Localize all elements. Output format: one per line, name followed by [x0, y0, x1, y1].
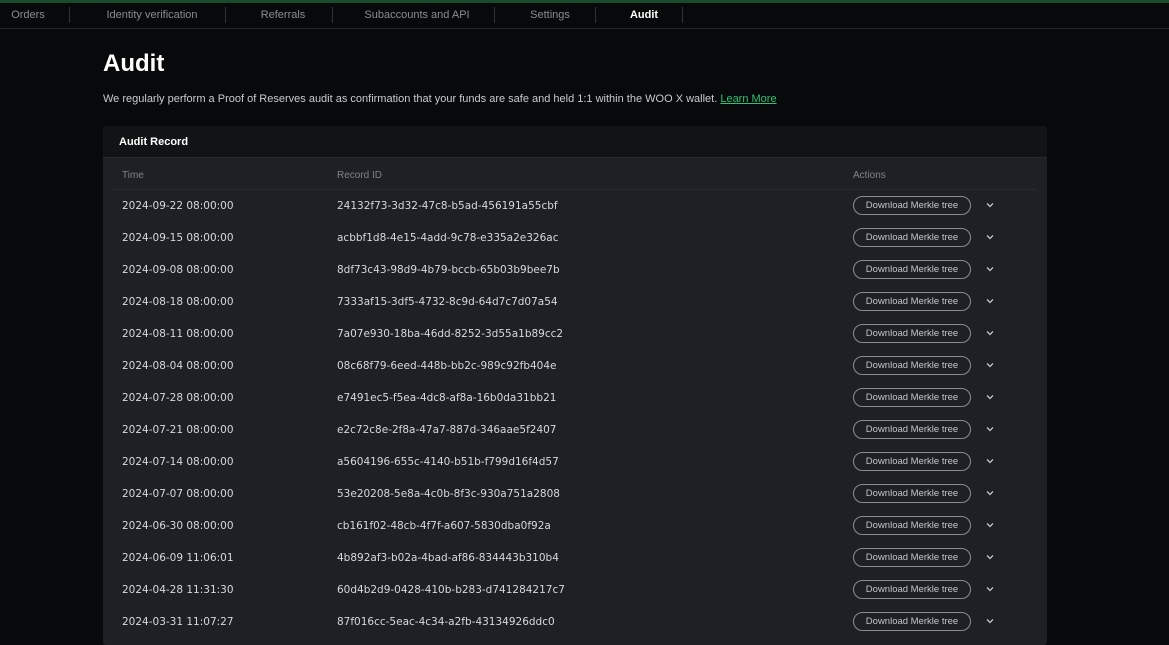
description-text: We regularly perform a Proof of Reserves…	[103, 93, 718, 105]
record-time: 2024-06-09 11:06:01	[122, 552, 234, 564]
tab-divider	[494, 7, 495, 23]
record-id: acbbf1d8-4e15-4add-9c78-e335a2e326ac	[337, 232, 559, 244]
tab-settings[interactable]: Settings	[510, 3, 590, 28]
record-time: 2024-09-22 08:00:00	[122, 200, 234, 212]
record-id: e7491ec5-f5ea-4dc8-af8a-16b0da31bb21	[337, 392, 557, 404]
record-time: 2024-07-28 08:00:00	[122, 392, 234, 404]
chevron-down-icon[interactable]	[985, 616, 995, 626]
record-id: 7333af15-3df5-4732-8c9d-64d7c7d07a54	[337, 296, 558, 308]
record-id: a5604196-655c-4140-b51b-f799d16f4d57	[337, 456, 559, 468]
panel-header: Audit Record	[103, 126, 1047, 158]
table-row: 2024-06-09 11:06:01 4b892af3-b02a-4bad-af…	[103, 542, 1047, 574]
table-row: 2024-08-11 08:00:00 7a07e930-18ba-46dd-82…	[103, 318, 1047, 350]
record-id: 53e20208-5e8a-4c0b-8f3c-930a751a2808	[337, 488, 560, 500]
chevron-down-icon[interactable]	[985, 392, 995, 402]
record-time: 2024-09-08 08:00:00	[122, 264, 234, 276]
tab-subaccounts-api[interactable]: Subaccounts and API	[350, 3, 484, 28]
download-merkle-tree-button[interactable]: Download Merkle tree	[853, 260, 971, 279]
chevron-down-icon[interactable]	[985, 424, 995, 434]
chevron-down-icon[interactable]	[985, 360, 995, 370]
tab-audit[interactable]: Audit	[609, 3, 679, 28]
chevron-down-icon[interactable]	[985, 552, 995, 562]
chevron-down-icon[interactable]	[985, 264, 995, 274]
record-id: 87f016cc-5eac-4c34-a2fb-43134926ddc0	[337, 616, 555, 628]
table-row: 2024-09-15 08:00:00 acbbf1d8-4e15-4add-9c…	[103, 222, 1047, 254]
download-merkle-tree-button[interactable]: Download Merkle tree	[853, 196, 971, 215]
table-row: 2024-07-21 08:00:00 e2c72c8e-2f8a-47a7-88…	[103, 414, 1047, 446]
record-time: 2024-07-07 08:00:00	[122, 488, 234, 500]
download-merkle-tree-button[interactable]: Download Merkle tree	[853, 420, 971, 439]
download-merkle-tree-button[interactable]: Download Merkle tree	[853, 388, 971, 407]
download-merkle-tree-button[interactable]: Download Merkle tree	[853, 580, 971, 599]
record-time: 2024-08-11 08:00:00	[122, 328, 234, 340]
tab-orders[interactable]: Orders	[0, 3, 56, 28]
column-actions: Actions	[853, 170, 886, 181]
chevron-down-icon[interactable]	[985, 488, 995, 498]
account-tabs: Orders Identity verification Referrals S…	[0, 3, 1169, 29]
table-row: 2024-06-30 08:00:00 cb161f02-48cb-4f7f-a6…	[103, 510, 1047, 542]
download-merkle-tree-button[interactable]: Download Merkle tree	[853, 324, 971, 343]
panel-title: Audit Record	[119, 136, 189, 148]
download-merkle-tree-button[interactable]: Download Merkle tree	[853, 228, 971, 247]
download-merkle-tree-button[interactable]: Download Merkle tree	[853, 612, 971, 631]
record-time: 2024-06-30 08:00:00	[122, 520, 234, 532]
table-row: 2024-09-22 08:00:00 24132f73-3d32-47c8-b5…	[103, 190, 1047, 222]
tab-identity-verification[interactable]: Identity verification	[92, 3, 212, 28]
tab-divider	[69, 7, 70, 23]
table-row: 2024-07-07 08:00:00 53e20208-5e8a-4c0b-8f…	[103, 478, 1047, 510]
record-id: 7a07e930-18ba-46dd-8252-3d55a1b89cc2	[337, 328, 564, 340]
tab-divider	[682, 7, 683, 23]
record-id: 24132f73-3d32-47c8-b5ad-456191a55cbf	[337, 200, 558, 212]
chevron-down-icon[interactable]	[985, 520, 995, 530]
record-time: 2024-07-14 08:00:00	[122, 456, 234, 468]
chevron-down-icon[interactable]	[985, 584, 995, 594]
download-merkle-tree-button[interactable]: Download Merkle tree	[853, 516, 971, 535]
tab-referrals[interactable]: Referrals	[240, 3, 326, 28]
page-description: We regularly perform a Proof of Reserves…	[103, 93, 777, 105]
download-merkle-tree-button[interactable]: Download Merkle tree	[853, 548, 971, 567]
record-id: e2c72c8e-2f8a-47a7-887d-346aae5f2407	[337, 424, 557, 436]
record-time: 2024-04-28 11:31:30	[122, 584, 234, 596]
table-row: 2024-08-18 08:00:00 7333af15-3df5-4732-8c…	[103, 286, 1047, 318]
table-row: 2024-04-28 11:31:30 60d4b2d9-0428-410b-b2…	[103, 574, 1047, 606]
download-merkle-tree-button[interactable]: Download Merkle tree	[853, 452, 971, 471]
chevron-down-icon[interactable]	[985, 232, 995, 242]
page-title: Audit	[103, 50, 165, 77]
audit-record-panel: Audit Record Time Record ID Actions 2024…	[103, 126, 1047, 645]
table-row: 2024-07-14 08:00:00 a5604196-655c-4140-b5…	[103, 446, 1047, 478]
chevron-down-icon[interactable]	[985, 296, 995, 306]
tab-divider	[332, 7, 333, 23]
record-time: 2024-08-04 08:00:00	[122, 360, 234, 372]
tab-divider	[595, 7, 596, 23]
record-id: 4b892af3-b02a-4bad-af86-834443b310b4	[337, 552, 559, 564]
download-merkle-tree-button[interactable]: Download Merkle tree	[853, 292, 971, 311]
chevron-down-icon[interactable]	[985, 456, 995, 466]
record-time: 2024-09-15 08:00:00	[122, 232, 234, 244]
record-id: 8df73c43-98d9-4b79-bccb-65b03b9bee7b	[337, 264, 560, 276]
column-record-id: Record ID	[337, 170, 383, 181]
chevron-down-icon[interactable]	[985, 200, 995, 210]
record-time: 2024-07-21 08:00:00	[122, 424, 234, 436]
table-row: 2024-08-04 08:00:00 08c68f79-6eed-448b-bb…	[103, 350, 1047, 382]
chevron-down-icon[interactable]	[985, 328, 995, 338]
record-time: 2024-03-31 11:07:27	[122, 616, 234, 628]
record-id: 08c68f79-6eed-448b-bb2c-989c92fb404e	[337, 360, 557, 372]
download-merkle-tree-button[interactable]: Download Merkle tree	[853, 484, 971, 503]
tab-divider	[225, 7, 226, 23]
download-merkle-tree-button[interactable]: Download Merkle tree	[853, 356, 971, 375]
table-header: Time Record ID Actions	[113, 158, 1037, 190]
learn-more-link[interactable]: Learn More	[720, 93, 776, 105]
record-id: 60d4b2d9-0428-410b-b283-d741284217c7	[337, 584, 565, 596]
table-row: 2024-09-08 08:00:00 8df73c43-98d9-4b79-bc…	[103, 254, 1047, 286]
table-row: 2024-03-31 11:07:27 87f016cc-5eac-4c34-a2…	[103, 606, 1047, 638]
column-time: Time	[122, 170, 144, 181]
record-time: 2024-08-18 08:00:00	[122, 296, 234, 308]
table-row: 2024-07-28 08:00:00 e7491ec5-f5ea-4dc8-af…	[103, 382, 1047, 414]
record-id: cb161f02-48cb-4f7f-a607-5830dba0f92a	[337, 520, 551, 532]
